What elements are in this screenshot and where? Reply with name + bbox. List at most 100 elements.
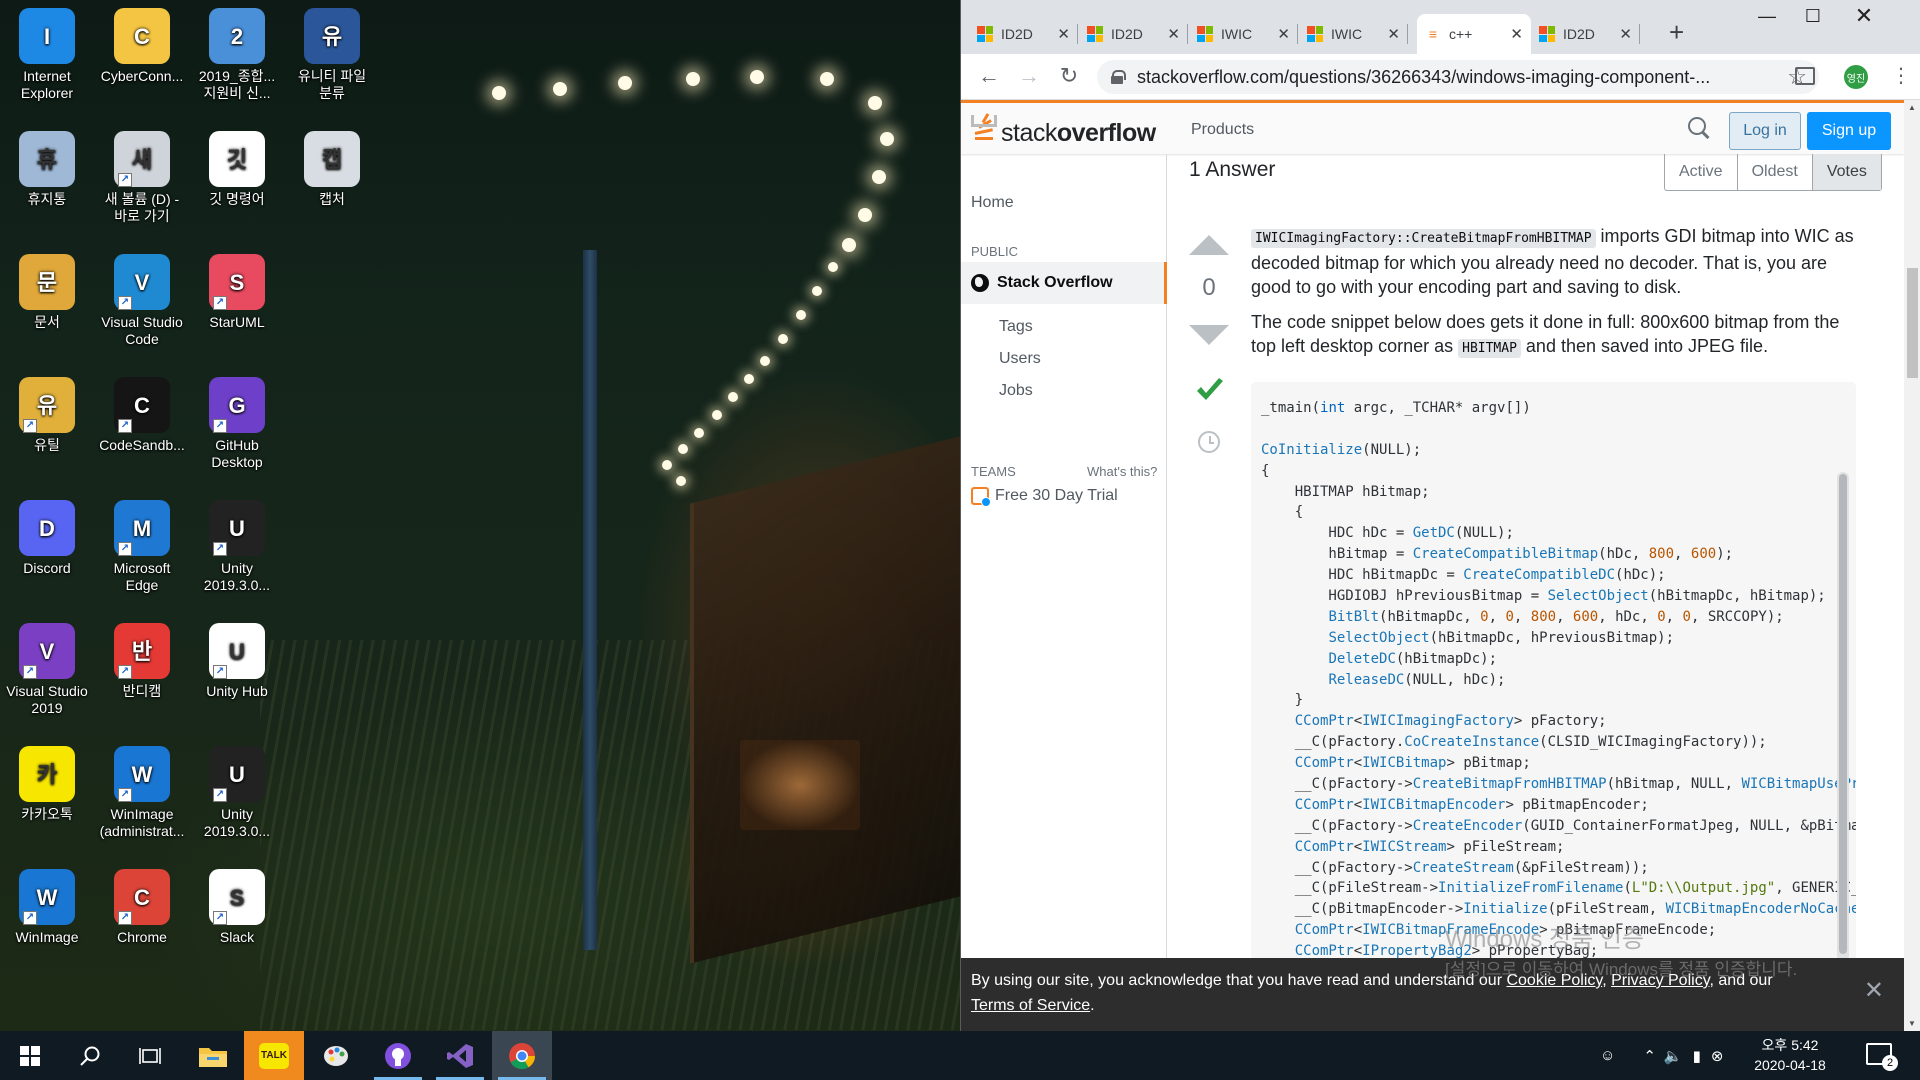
whats-this-link[interactable]: What's this? [1087, 464, 1157, 479]
browser-tab[interactable]: ID2D ✕ [969, 14, 1078, 54]
start-button[interactable] [0, 1031, 60, 1080]
cast-icon[interactable] [1795, 67, 1815, 85]
taskbar-clock[interactable]: 오후 5:42 2020-04-18 [1735, 1035, 1845, 1075]
desktop-icon[interactable]: 유 ↗ 유틸 [1, 377, 93, 454]
reload-button[interactable]: ↻ [1055, 64, 1083, 88]
desktop-icon[interactable]: C CyberConn... [96, 8, 188, 85]
volume-icon[interactable]: 🔈 [1664, 1047, 1683, 1065]
minimize-button[interactable]: — [1744, 6, 1790, 27]
desktop-icon[interactable]: 유 유니티 파일 분류 [286, 8, 378, 102]
free-trial-link[interactable]: Free 30 Day Trial [971, 487, 1118, 507]
desktop-icon[interactable]: D Discord [1, 500, 93, 577]
light-bulb [678, 444, 688, 454]
code-scrollbar[interactable] [1837, 472, 1849, 962]
signup-button[interactable]: Sign up [1807, 112, 1891, 150]
code-line: CoInitialize(NULL); [1261, 441, 1422, 458]
products-link[interactable]: Products [1191, 121, 1254, 139]
profile-avatar[interactable]: 영진 [1844, 65, 1868, 89]
network-disconnected-icon[interactable]: ⊗ [1711, 1047, 1724, 1065]
tab-close-icon[interactable]: ✕ [1387, 25, 1400, 43]
close-window-button[interactable]: ✕ [1841, 3, 1887, 29]
maximize-button[interactable]: ☐ [1790, 6, 1836, 27]
tab-close-icon[interactable]: ✕ [1057, 25, 1070, 43]
search-taskbar-button[interactable] [60, 1031, 120, 1080]
paint-taskbar-button[interactable] [306, 1031, 366, 1080]
action-center-icon[interactable]: 2 [1866, 1043, 1898, 1071]
task-view-button[interactable] [120, 1031, 180, 1080]
downvote-arrow-icon[interactable] [1189, 325, 1229, 345]
desktop-icon[interactable]: I Internet Explorer [1, 8, 93, 102]
desktop-icon[interactable]: C ↗ Chrome [96, 869, 188, 946]
browser-tab[interactable]: ID2D ✕ [1531, 14, 1640, 54]
chrome-menu-icon[interactable]: ⋮ [1891, 64, 1911, 88]
desktop-icon[interactable]: S ↗ StarUML [191, 254, 283, 331]
desktop-icon[interactable]: M ↗ Microsoft Edge [96, 500, 188, 594]
desktop-icon-label: 분류 [319, 85, 345, 101]
browser-tab[interactable]: ID2D ✕ [1079, 14, 1188, 54]
nav-home[interactable]: Home [971, 194, 1014, 212]
nav-stack-overflow[interactable]: Stack Overflow [961, 262, 1167, 304]
tray-overflow-chevron-icon[interactable]: ⌃ [1643, 1047, 1656, 1065]
history-icon[interactable] [1198, 431, 1220, 453]
new-tab-button[interactable]: + [1669, 18, 1684, 46]
shortcut-arrow-icon: ↗ [118, 911, 132, 925]
tab-close-icon[interactable]: ✕ [1277, 25, 1290, 43]
nav-users[interactable]: Users [999, 350, 1041, 368]
desktop-icon[interactable]: S ↗ Slack [191, 869, 283, 946]
nav-jobs[interactable]: Jobs [999, 382, 1033, 400]
terms-of-service-link[interactable]: Terms of Service [971, 997, 1090, 1014]
kakaotalk-taskbar-button[interactable]: TALK [244, 1031, 304, 1080]
forward-button[interactable]: → [1015, 64, 1043, 88]
shortcut-arrow-icon: ↗ [213, 542, 227, 556]
sort-tab-active[interactable]: Active [1665, 154, 1738, 190]
desktop-icon[interactable]: V ↗ Visual Studio Code [96, 254, 188, 348]
browser-toolbar: ← → ↻ stackoverflow.com/questions/362663… [961, 54, 1920, 100]
file-explorer-taskbar-button[interactable] [183, 1031, 243, 1080]
tab-close-icon[interactable]: ✕ [1619, 25, 1632, 43]
visual-studio-taskbar-button[interactable] [430, 1031, 490, 1080]
desktop-icon[interactable]: 캡 캡처 [286, 131, 378, 208]
sort-tab-votes[interactable]: Votes [1812, 154, 1881, 190]
tab-close-icon[interactable]: ✕ [1167, 25, 1180, 43]
desktop-icon[interactable]: W ↗ WinImage [1, 869, 93, 946]
battery-icon[interactable]: ▮ [1693, 1047, 1701, 1065]
browser-tab[interactable]: ≡ c++ ✕ [1417, 14, 1531, 54]
back-button[interactable]: ← [975, 64, 1003, 88]
light-bulb [778, 334, 788, 344]
search-icon[interactable] [1688, 117, 1710, 139]
desktop-icon[interactable]: U ↗ Unity 2019.3.0... [191, 746, 283, 840]
desktop-icon[interactable]: W ↗ WinImage (administrat... [96, 746, 188, 840]
nav-tags[interactable]: Tags [999, 318, 1033, 336]
upvote-arrow-icon[interactable] [1189, 235, 1229, 255]
desktop-icon[interactable]: U ↗ Unity 2019.3.0... [191, 500, 283, 594]
code-block[interactable]: _tmain(int argc, _TCHAR* argv[]) CoInitia… [1251, 382, 1856, 962]
browser-tab[interactable]: IWIC ✕ [1189, 14, 1298, 54]
login-button[interactable]: Log in [1729, 112, 1801, 150]
desktop-icon[interactable]: U ↗ Unity Hub [191, 623, 283, 700]
desktop-icon[interactable]: V ↗ Visual Studio 2019 [1, 623, 93, 717]
desktop-icon[interactable]: 2 2019_종합... 지원비 신... [191, 8, 283, 102]
desktop-icon[interactable]: 새 ↗ 새 볼륨 (D) - 바로 가기 [96, 131, 188, 225]
cookie-close-icon[interactable]: ✕ [1864, 978, 1884, 1003]
desktop-icon[interactable]: 깃깃 명령어 [191, 131, 283, 208]
sort-tab-oldest[interactable]: Oldest [1738, 154, 1813, 190]
desktop-icon-label: 지원비 신... [203, 85, 271, 101]
so-logo[interactable]: stackoverflow [971, 111, 1156, 147]
tab-close-icon[interactable]: ✕ [1510, 25, 1523, 43]
desktop-icon[interactable]: G ↗ GitHub Desktop [191, 377, 283, 471]
scroll-up-arrow-icon[interactable]: ▲ [1908, 103, 1916, 112]
scroll-thumb[interactable] [1907, 268, 1918, 378]
scroll-down-arrow-icon[interactable]: ▼ [1908, 1019, 1916, 1028]
desktop-icon[interactable]: 반 ↗ 반디캠 [96, 623, 188, 700]
desktop-icon[interactable]: 문 문서 [1, 254, 93, 331]
address-bar[interactable]: stackoverflow.com/questions/36266343/win… [1097, 60, 1819, 94]
page-scrollbar[interactable]: ▲ ▼ [1904, 100, 1920, 1031]
desktop-icon[interactable]: C ↗ CodeSandb... [96, 377, 188, 454]
chrome-taskbar-button[interactable] [492, 1031, 552, 1080]
clock-time: 오후 5:42 [1761, 1037, 1819, 1053]
github-desktop-taskbar-button[interactable] [368, 1031, 428, 1080]
people-icon[interactable]: ☺ [1600, 1047, 1615, 1064]
desktop-icon[interactable]: 카 카카오톡 [1, 746, 93, 823]
browser-tab[interactable]: IWIC ✕ [1299, 14, 1408, 54]
desktop-icon[interactable]: 휴 휴지통 [1, 131, 93, 208]
